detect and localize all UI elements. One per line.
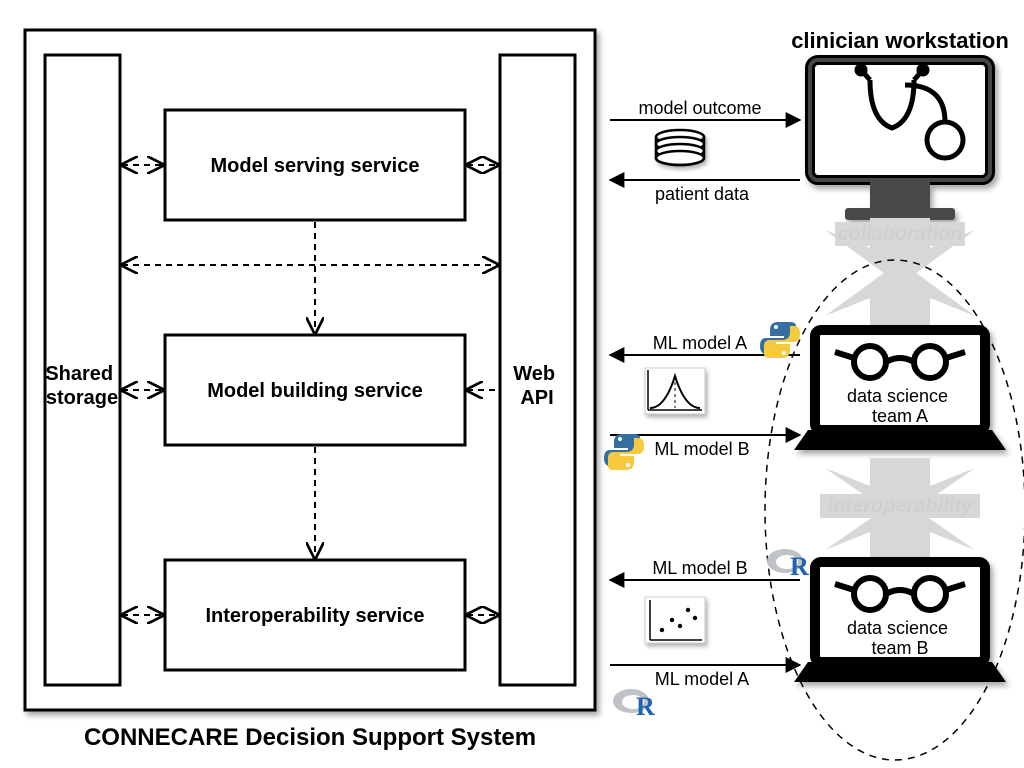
database-icon	[656, 130, 704, 165]
team-b-laptop-icon: data science team B	[794, 562, 1006, 682]
architecture-diagram: Shared storage Web API Model serving ser…	[0, 0, 1024, 768]
team-a-laptop-icon: data science team A	[794, 330, 1006, 450]
model-outcome-label: model outcome	[638, 98, 761, 118]
interoperability-label: Interoperability service	[206, 605, 425, 627]
ml-model-a-label-2: ML model A	[655, 669, 749, 689]
connecare-system-box: Shared storage Web API Model serving ser…	[25, 30, 595, 710]
ml-model-b-label-2: ML model B	[652, 558, 747, 578]
scatterplot-icon	[645, 597, 705, 643]
r-icon: R	[613, 689, 655, 721]
python-icon	[604, 434, 644, 470]
model-building-label: Model building service	[207, 380, 423, 402]
collaboration-label: collaboration	[837, 223, 963, 245]
conn-api-team-b: ML model B ML model A	[610, 558, 800, 689]
clinician-title: clinician workstation	[791, 28, 1009, 53]
ml-model-b-label-1: ML model B	[654, 439, 749, 459]
clinician-workstation-icon	[810, 60, 990, 220]
svg-text:R: R	[790, 552, 809, 581]
system-title: CONNECARE Decision Support System	[84, 724, 536, 751]
collaboration-arrow: collaboration	[825, 218, 975, 328]
interoperability-arrow: interoperability	[820, 458, 980, 560]
svg-text:R: R	[636, 692, 655, 721]
model-serving-label: Model serving service	[211, 155, 420, 177]
ml-model-a-label-1: ML model A	[653, 333, 747, 353]
r-icon: R	[767, 549, 809, 581]
interoperability-label: interoperability	[828, 495, 973, 517]
conn-api-clinician: model outcome patient data	[610, 98, 800, 204]
distribution-icon	[645, 368, 705, 414]
patient-data-label: patient data	[655, 184, 750, 204]
